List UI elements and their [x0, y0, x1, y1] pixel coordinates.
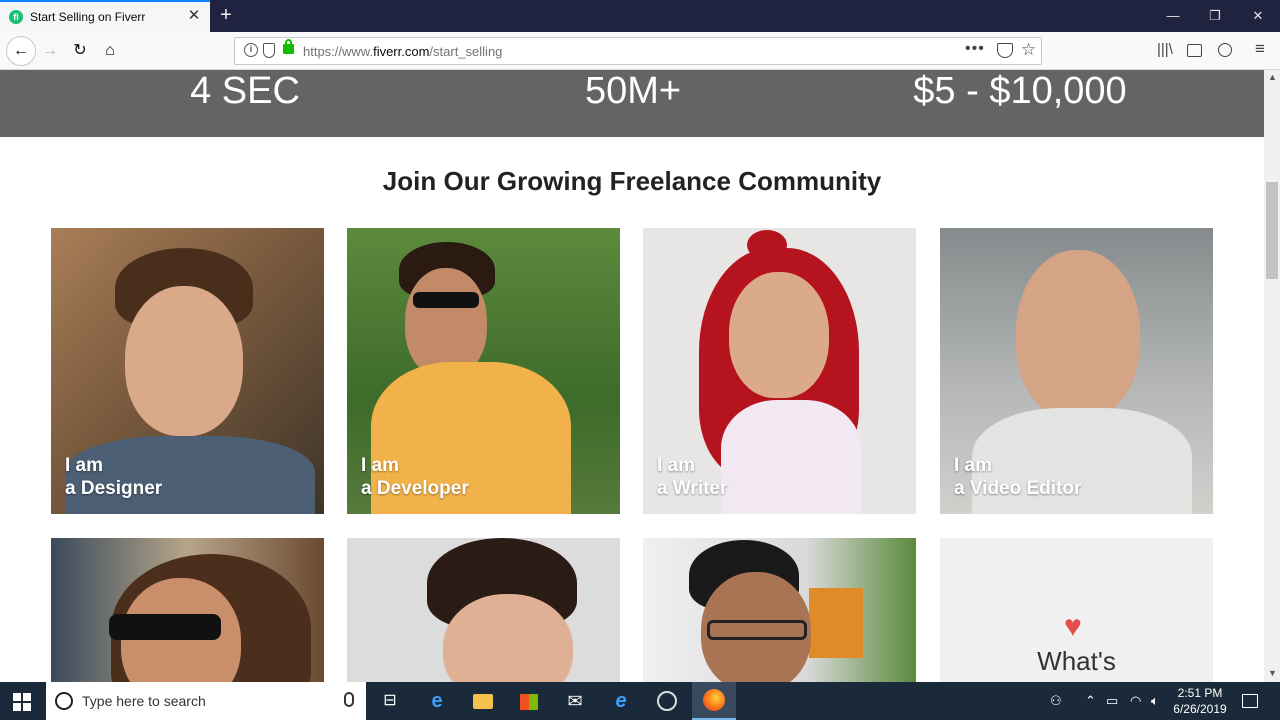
close-window-icon[interactable]: ✕	[1243, 6, 1273, 26]
page-actions-icon[interactable]: •••	[965, 40, 985, 58]
card-caption-line1: I am	[657, 455, 696, 476]
scroll-up-icon[interactable]: ▲	[1268, 72, 1277, 82]
reload-icon[interactable]: ↻	[68, 39, 92, 63]
restore-icon[interactable]: ❐	[1200, 6, 1230, 26]
clock-time[interactable]: 2:51 PM	[1170, 686, 1230, 700]
card-writer[interactable]: I am a Writer	[643, 228, 916, 514]
windows-start-icon[interactable]	[13, 693, 31, 711]
card-caption-line2: a Writer	[657, 478, 728, 499]
heart-icon: ♥	[1064, 610, 1082, 643]
taskbar-search-placeholder: Type here to search	[82, 693, 206, 709]
card-row2-2[interactable]	[347, 538, 620, 682]
card-caption-line2: a Designer	[65, 478, 163, 499]
section-heading: Join Our Growing Freelance Community	[382, 166, 882, 196]
internet-explorer-icon[interactable]: e	[608, 689, 634, 713]
card-whats-new[interactable]: ♥ What's	[940, 538, 1213, 682]
firefox-taskbar-button[interactable]	[692, 682, 736, 720]
forward-icon[interactable]: →	[38, 39, 62, 63]
card-caption: I am a Developer	[361, 454, 469, 500]
scroll-down-icon[interactable]: ▼	[1268, 668, 1277, 678]
action-center-icon[interactable]	[1242, 694, 1258, 708]
card-caption: I am a Video Editor	[954, 454, 1081, 500]
microphone-icon[interactable]	[344, 692, 354, 707]
library-icon[interactable]: |||\	[1157, 41, 1173, 58]
card-row2-1[interactable]	[51, 538, 324, 682]
file-explorer-icon[interactable]	[470, 689, 496, 713]
card-developer[interactable]: I am a Developer	[347, 228, 620, 514]
card-caption-line2: a Developer	[361, 478, 469, 499]
windows-taskbar: Type here to search ⊟ e ✉ e ⚇ ⌃ ▭ ◠ 🔈︎ 2…	[0, 682, 1280, 720]
card-caption-line2: a Video Editor	[954, 478, 1082, 499]
firefox-icon	[703, 689, 725, 711]
tab-strip: fi Start Selling on Fiverr ✕ + — ❐ ✕	[0, 0, 1280, 32]
minimize-icon[interactable]: —	[1158, 6, 1188, 26]
tab-close-icon[interactable]: ✕	[186, 7, 202, 25]
clock-date[interactable]: 6/26/2019	[1168, 702, 1232, 716]
stat-price-range: $5 - $10,000	[913, 70, 1127, 112]
network-icon[interactable]: ◠	[1130, 693, 1141, 709]
store-icon[interactable]	[516, 689, 542, 713]
mail-icon[interactable]: ✉	[562, 689, 588, 713]
stat-response-time: 4 SEC	[190, 70, 300, 112]
cortana-icon[interactable]	[55, 692, 73, 710]
account-icon[interactable]	[1218, 43, 1232, 57]
card-designer[interactable]: I am a Designer	[51, 228, 324, 514]
stats-band: 4 SEC 50M+ $5 - $10,000	[0, 70, 1264, 137]
url-text[interactable]: https://www.fiverr.com/start_selling	[303, 44, 502, 59]
card-caption-line1: I am	[954, 455, 993, 476]
obs-icon[interactable]	[654, 689, 680, 713]
whats-text: What's	[1037, 646, 1116, 676]
tracking-shield-icon[interactable]	[263, 43, 275, 58]
nav-bar: ← → ↻ ⌂ i https://www.fiverr.com/start_s…	[0, 32, 1280, 70]
bookmark-star-icon[interactable]: ☆	[1021, 40, 1036, 60]
volume-icon[interactable]: 🔈︎	[1151, 693, 1159, 709]
url-path: /start_selling	[429, 44, 503, 59]
home-icon[interactable]: ⌂	[98, 39, 122, 63]
card-video-editor[interactable]: I am a Video Editor	[940, 228, 1213, 514]
battery-icon[interactable]: ▭	[1106, 693, 1118, 709]
fiverr-favicon-icon: fi	[9, 10, 23, 24]
card-caption-line1: I am	[361, 455, 400, 476]
task-view-icon[interactable]: ⊟	[377, 689, 403, 713]
scroll-thumb[interactable]	[1266, 182, 1278, 279]
menu-icon[interactable]: ≡	[1255, 39, 1265, 59]
card-caption-line1: I am	[65, 455, 104, 476]
edge-icon[interactable]: e	[424, 689, 450, 713]
stat-users: 50M+	[584, 70, 682, 112]
pocket-icon[interactable]	[997, 43, 1013, 58]
lock-icon[interactable]	[283, 39, 294, 54]
url-prefix: https://www.	[303, 44, 374, 59]
people-icon[interactable]: ⚇	[1050, 693, 1062, 709]
page-content: 4 SEC 50M+ $5 - $10,000 Join Our Growing…	[0, 70, 1264, 682]
card-row2-3[interactable]	[643, 538, 916, 682]
tab-active[interactable]: fi Start Selling on Fiverr ✕	[0, 0, 210, 32]
info-icon[interactable]: i	[244, 43, 258, 57]
show-hidden-icons[interactable]: ⌃	[1085, 693, 1096, 709]
new-tab-icon[interactable]: +	[215, 4, 237, 26]
taskbar-search[interactable]: Type here to search	[46, 682, 366, 720]
card-caption: I am a Writer	[657, 454, 727, 500]
card-caption: I am a Designer	[65, 454, 162, 500]
sidebar-icon[interactable]	[1187, 44, 1202, 57]
back-icon[interactable]: ←	[6, 36, 36, 66]
tab-title: Start Selling on Fiverr	[30, 10, 146, 24]
url-bar[interactable]: i https://www.fiverr.com/start_selling •…	[234, 37, 1042, 65]
url-domain: fiverr.com	[373, 44, 430, 59]
page-scrollbar[interactable]	[1264, 70, 1280, 682]
